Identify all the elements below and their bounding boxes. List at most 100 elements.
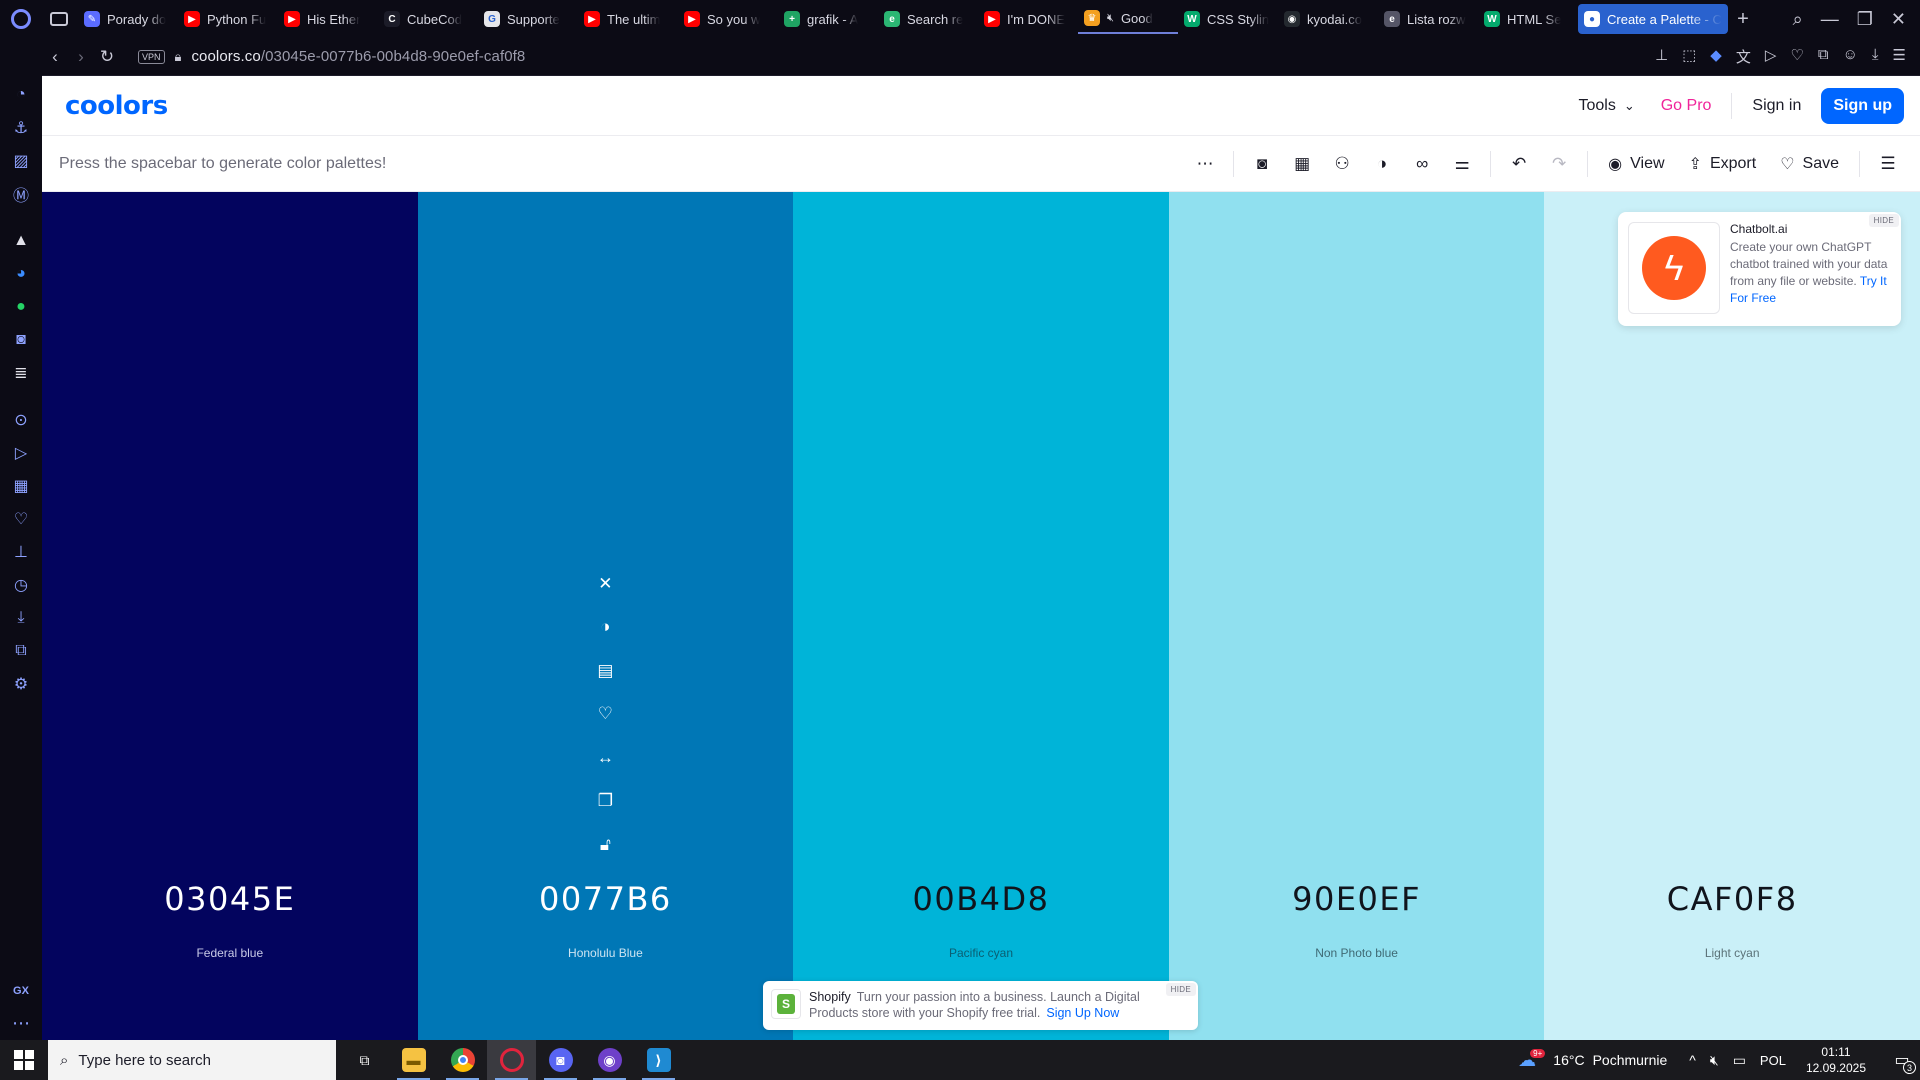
- opera-gx-logo-icon[interactable]: [0, 0, 42, 38]
- discord-icon[interactable]: ◙: [0, 323, 42, 356]
- mod-icon[interactable]: Ⓜ: [0, 177, 42, 210]
- browser-tab[interactable]: W HTML Se: [1478, 4, 1578, 34]
- coolors-logo[interactable]: coolors: [65, 91, 168, 121]
- browser-tab[interactable]: ♛ 🔇︎ Good: [1078, 4, 1178, 34]
- color-hex[interactable]: CAF0F8: [1544, 880, 1920, 918]
- color-column[interactable]: 03045E Federal blue: [42, 192, 418, 1040]
- contrast-icon[interactable]: ◑: [600, 606, 610, 650]
- undo-icon[interactable]: ↶: [1499, 146, 1539, 182]
- shield-icon[interactable]: ◆: [1710, 46, 1722, 67]
- back-button[interactable]: ‹: [42, 47, 68, 67]
- downloads-icon[interactable]: ⤓: [1872, 46, 1879, 67]
- shopify-cta-link[interactable]: Sign Up Now: [1046, 1006, 1119, 1020]
- color-hex[interactable]: 90E0EF: [1169, 880, 1545, 918]
- go-pro-link[interactable]: Go Pro: [1661, 97, 1712, 115]
- minimize-button[interactable]: —: [1821, 9, 1839, 30]
- taskbar-opera-gx[interactable]: [487, 1040, 536, 1080]
- translate-icon[interactable]: 文: [1736, 46, 1751, 67]
- extensions-sidebar-icon[interactable]: ⧉: [0, 634, 42, 667]
- browser-tab[interactable]: C CubeCod: [378, 4, 478, 34]
- notification-center-button[interactable]: ▭ 3: [1884, 1040, 1920, 1080]
- sign-up-button[interactable]: Sign up: [1821, 87, 1904, 124]
- extensions-icon[interactable]: ⧉: [1818, 46, 1829, 67]
- volume-muted-icon[interactable]: 🔇︎: [1710, 1052, 1719, 1069]
- sign-in-link[interactable]: Sign in: [1752, 97, 1801, 115]
- browser-tab[interactable]: e Lista rozw: [1378, 4, 1478, 34]
- muted-speaker-icon[interactable]: 🔇︎: [1107, 12, 1114, 25]
- color-column[interactable]: 90E0EF Non Photo blue: [1168, 192, 1545, 1040]
- shopify-ad[interactable]: S Shopify Turn your passion into a busine…: [763, 981, 1198, 1030]
- search-tabs-icon[interactable]: ⌕: [1793, 9, 1803, 30]
- history-icon[interactable]: ◷: [0, 568, 42, 601]
- more-icon[interactable]: ⋯: [12, 1007, 30, 1040]
- more-options-icon[interactable]: ⋯: [1185, 146, 1225, 182]
- color-column[interactable]: 00B4D8 Pacific cyan: [793, 192, 1169, 1040]
- pinboard-icon[interactable]: ⊥: [0, 535, 42, 568]
- snapshot-icon[interactable]: ⬚: [1682, 46, 1696, 67]
- network-icon[interactable]: ▭: [1733, 1052, 1746, 1069]
- input-language[interactable]: POL: [1760, 1053, 1786, 1068]
- tools-menu[interactable]: Tools ⌄: [1578, 97, 1634, 115]
- restore-button[interactable]: ❐: [1857, 9, 1873, 30]
- easy-setup-icon[interactable]: ☰: [1893, 46, 1906, 67]
- new-tab-button[interactable]: +: [1728, 8, 1758, 31]
- whatsapp-icon[interactable]: ●: [0, 290, 42, 323]
- forward-button[interactable]: ›: [68, 47, 94, 67]
- contrast-icon[interactable]: ◑: [1362, 146, 1402, 182]
- twitch-icon[interactable]: ≣: [0, 356, 42, 389]
- pin-icon[interactable]: ⊥: [1655, 46, 1668, 67]
- browser-tab[interactable]: ▶ I'm DONE: [978, 4, 1078, 34]
- taskbar-vscode[interactable]: ⟩: [634, 1040, 683, 1080]
- color-column[interactable]: ✕ ◑ ▤ ♡ ↔ ❐ 🔓︎ 0077B6 Honolulu Blue: [417, 192, 794, 1040]
- player-icon[interactable]: ⊙: [0, 403, 42, 436]
- save-button[interactable]: ♡ Save: [1768, 154, 1851, 174]
- shapes-icon[interactable]: ⚇: [1322, 146, 1362, 182]
- browser-tab[interactable]: ✎ Porady do: [78, 4, 178, 34]
- redo-icon[interactable]: ↷: [1539, 146, 1579, 182]
- browser-tab[interactable]: ◉ kyodai.co: [1278, 4, 1378, 34]
- gx-control-icon[interactable]: ◔: [0, 78, 42, 111]
- color-hex[interactable]: 00B4D8: [793, 880, 1169, 918]
- url-field[interactable]: coolors.co/03045e-0077b6-00b4d8-90e0ef-c…: [191, 48, 525, 65]
- export-button[interactable]: ⇪ Export: [1677, 154, 1769, 174]
- lock-icon[interactable]: 🔒︎: [175, 49, 182, 65]
- browser-tab[interactable]: ▶ The ultim: [578, 4, 678, 34]
- grid-icon[interactable]: ▦: [1282, 146, 1322, 182]
- favorite-heart-icon[interactable]: ♡: [598, 693, 613, 737]
- hide-ad-button[interactable]: HIDE: [1165, 983, 1196, 996]
- unlock-icon[interactable]: 🔓︎: [600, 823, 611, 867]
- browser-tab[interactable]: ▶ His Ether: [278, 4, 378, 34]
- hamburger-menu-icon[interactable]: ☰: [1868, 146, 1908, 182]
- taskbar-chrome[interactable]: [438, 1040, 487, 1080]
- tab-split-screen-icon[interactable]: [50, 12, 68, 26]
- browser-tab[interactable]: W CSS Stylin: [1178, 4, 1278, 34]
- weather-widget[interactable]: ☁ 9+ 16°C Pochmurnie: [1518, 1048, 1667, 1071]
- color-hex[interactable]: 03045E: [42, 880, 418, 918]
- messenger-icon[interactable]: ◕: [0, 257, 42, 290]
- browser-tab[interactable]: ▶ Python Fu: [178, 4, 278, 34]
- copy-icon[interactable]: ❐: [598, 780, 613, 824]
- browser-tab[interactable]: + grafik - A: [778, 4, 878, 34]
- browser-tab[interactable]: G Supporte: [478, 4, 578, 34]
- vpn-badge[interactable]: VPN: [138, 49, 165, 64]
- browser-tab[interactable]: ▶ So you w: [678, 4, 778, 34]
- task-view-button[interactable]: ⧉: [340, 1040, 389, 1080]
- heart-icon[interactable]: ♡: [1790, 46, 1803, 67]
- downloads-sidebar-icon[interactable]: ⤓: [0, 601, 42, 634]
- taskbar-discord[interactable]: ◙: [536, 1040, 585, 1080]
- gx-icon[interactable]: GX: [13, 974, 29, 1007]
- bookmarks-icon[interactable]: ♡: [0, 502, 42, 535]
- settings-icon[interactable]: ⚙: [0, 667, 42, 700]
- aria-icon[interactable]: ▲: [0, 224, 42, 257]
- chatbolt-ad[interactable]: ϟ Chatbolt.ai Create your own ChatGPT ch…: [1618, 212, 1901, 326]
- start-button[interactable]: [0, 1040, 48, 1080]
- flow-icon[interactable]: ▷: [0, 436, 42, 469]
- gx-corner-icon[interactable]: ⚓: [0, 111, 42, 144]
- cleaner-icon[interactable]: ▨: [0, 144, 42, 177]
- browser-tab[interactable]: e Search re: [878, 4, 978, 34]
- drag-icon[interactable]: ↔: [597, 736, 614, 780]
- speed-dial-icon[interactable]: ▦: [0, 469, 42, 502]
- tab-active[interactable]: ● Create a Palette - C: [1578, 4, 1728, 34]
- taskbar-file-explorer[interactable]: ▬: [389, 1040, 438, 1080]
- glasses-icon[interactable]: ∞: [1402, 146, 1442, 182]
